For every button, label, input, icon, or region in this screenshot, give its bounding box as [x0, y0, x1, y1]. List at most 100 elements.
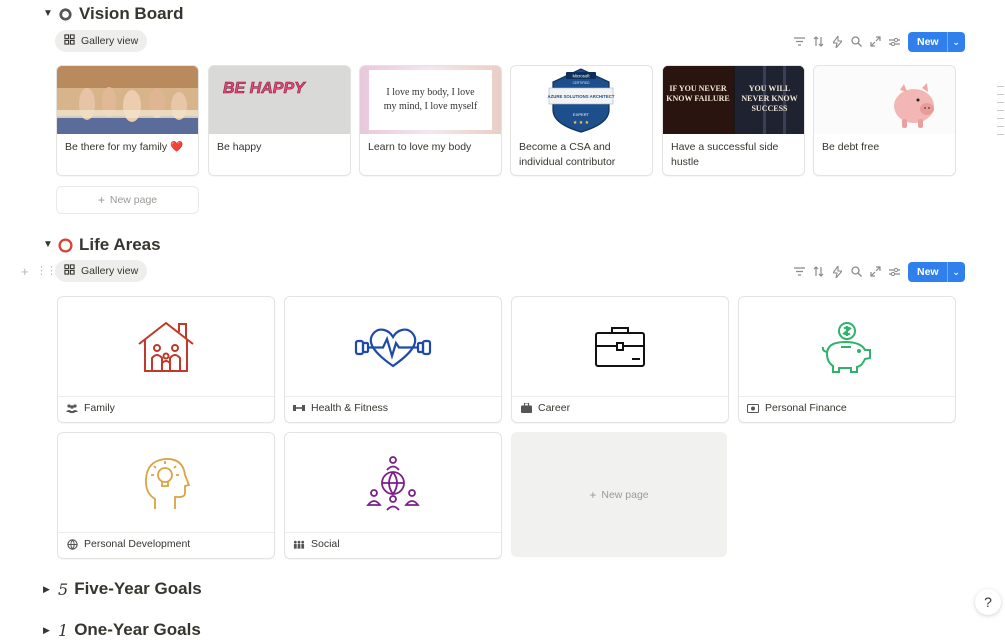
badge-level-text: EXPERT: [573, 112, 589, 117]
card-title: Become a CSA and individual contributor: [519, 141, 616, 168]
life-area-title: Career: [538, 402, 571, 414]
vision-board-gallery-view-tab[interactable]: Gallery view: [55, 30, 148, 52]
help-icon: ?: [984, 594, 992, 610]
gallery-view-label: Gallery view: [81, 265, 139, 277]
life-area-card-health-fitness[interactable]: Health & Fitness: [284, 296, 502, 423]
life-areas-title: Life Areas: [79, 235, 161, 254]
life-area-card-personal-finance[interactable]: Personal Finance: [738, 296, 956, 423]
filter-icon[interactable]: [793, 265, 806, 278]
search-icon[interactable]: [850, 35, 863, 48]
card-title: Be happy: [217, 141, 262, 153]
new-button-label: New: [917, 266, 939, 278]
five-year-goals-expand-toggle[interactable]: ▶: [43, 584, 50, 595]
add-block-plus-icon[interactable]: +: [21, 264, 29, 279]
life-area-title: Family: [84, 402, 115, 414]
piggy-bank-icon: [739, 297, 955, 396]
briefcase-art-icon: [512, 297, 728, 396]
vision-card-be-happy[interactable]: BE HAPPY Be happy: [208, 65, 351, 176]
plus-icon: +: [97, 193, 105, 207]
badge-title-text: AZURE SOLUTIONS ARCHITECT: [548, 94, 615, 99]
settings-sliders-icon[interactable]: [888, 265, 901, 278]
card-title: Be there for my family ❤️: [65, 141, 184, 153]
badge-brand-text: Microsoft: [573, 74, 591, 79]
vision-board-title: Vision Board: [79, 4, 184, 23]
vision-board-collapse-toggle[interactable]: ▼: [43, 8, 53, 19]
head-bulb-icon: [58, 433, 274, 532]
life-area-title: Health & Fitness: [311, 402, 389, 414]
gallery-icon: [64, 264, 75, 278]
life-areas-new-page-button[interactable]: + New page: [511, 432, 727, 557]
be-happy-image-text: BE HAPPY: [223, 80, 306, 97]
automation-lightning-icon[interactable]: [831, 35, 844, 48]
dumbbell-icon: [293, 403, 305, 414]
card-title: Be debt free: [822, 141, 880, 153]
life-area-label: Health & Fitness: [293, 402, 388, 414]
vision-board-toolbar: [793, 35, 901, 48]
expand-icon[interactable]: [869, 265, 882, 278]
gallery-view-label: Gallery view: [81, 35, 139, 47]
plus-icon: +: [589, 487, 597, 502]
five-year-goals-title: Five-Year Goals: [74, 579, 202, 598]
chevron-down-icon[interactable]: ⌄: [946, 262, 965, 282]
life-area-title: Social: [311, 538, 340, 550]
vision-card-love-body[interactable]: I love my body, I love my mind, I love m…: [359, 65, 502, 176]
sort-icon[interactable]: [812, 35, 825, 48]
be-happy-image: BE HAPPY: [209, 66, 350, 134]
life-areas-heading: Life Areas: [58, 235, 161, 255]
money-icon: [747, 403, 759, 414]
piggy-bank-photo: [814, 66, 955, 134]
five-year-goals-heading[interactable]: 5 Five-Year Goals: [58, 579, 202, 599]
vision-board-new-button[interactable]: New ⌄: [908, 32, 965, 52]
one-year-goals-title: One-Year Goals: [74, 620, 201, 639]
vision-card-family[interactable]: Be there for my family ❤️: [56, 65, 199, 176]
help-button[interactable]: ?: [975, 589, 1001, 615]
life-areas-new-button[interactable]: New ⌄: [908, 262, 965, 282]
life-area-card-career[interactable]: Career: [511, 296, 729, 423]
life-area-card-social[interactable]: Social: [284, 432, 502, 559]
page-outline-indicator[interactable]: [997, 86, 1005, 142]
card-title: Learn to love my body: [368, 141, 472, 153]
heart-dumbbell-icon: [285, 297, 501, 396]
life-areas-toolbar: [793, 265, 901, 278]
life-area-card-personal-development[interactable]: Personal Development: [57, 432, 275, 559]
family-feet-image: [57, 66, 198, 134]
life-areas-gallery-view-tab[interactable]: Gallery view: [55, 260, 148, 282]
life-area-title: Personal Development: [84, 538, 191, 550]
life-area-label: Social: [293, 538, 340, 550]
life-area-card-family[interactable]: Family: [57, 296, 275, 423]
chevron-down-icon[interactable]: ⌄: [946, 32, 965, 52]
vision-card-debt-free[interactable]: Be debt free: [813, 65, 956, 176]
search-icon[interactable]: [850, 265, 863, 278]
one-year-goals-expand-toggle[interactable]: ▶: [43, 625, 50, 636]
failure-success-image: IF YOU NEVER KNOW FAILURE YOU WILL NEVER…: [663, 66, 804, 134]
azure-badge-image: Microsoft CERTIFIED AZURE SOLUTIONS ARCH…: [511, 66, 652, 134]
people-icon: [66, 403, 78, 414]
house-family-icon: [58, 297, 274, 396]
vision-board-heading: Vision Board: [58, 4, 184, 24]
love-body-quote-image: I love my body, I love my mind, I love m…: [360, 66, 501, 134]
globe-icon: [66, 538, 78, 550]
drag-handle-icon[interactable]: ⋮⋮: [36, 264, 57, 277]
vision-card-side-hustle[interactable]: IF YOU NEVER KNOW FAILURE YOU WILL NEVER…: [662, 65, 805, 176]
life-area-label: Family: [66, 402, 115, 414]
five-icon: 5: [58, 579, 69, 599]
svg-text:★ ★ ★: ★ ★ ★: [573, 120, 590, 126]
automation-lightning-icon[interactable]: [831, 265, 844, 278]
life-areas-collapse-toggle[interactable]: ▼: [43, 239, 53, 250]
vision-board-new-page-button[interactable]: + New page: [56, 186, 199, 214]
success-text: YOU WILL NEVER KNOW SUCCESS: [741, 84, 798, 113]
vision-card-csa[interactable]: Microsoft CERTIFIED AZURE SOLUTIONS ARCH…: [510, 65, 653, 176]
life-area-label: Personal Finance: [747, 402, 847, 414]
expand-icon[interactable]: [869, 35, 882, 48]
sort-icon[interactable]: [812, 265, 825, 278]
failure-text: IF YOU NEVER KNOW FAILURE: [666, 84, 730, 103]
life-area-label: Personal Development: [66, 538, 190, 550]
one-year-goals-heading[interactable]: 1 One-Year Goals: [58, 620, 201, 640]
settings-sliders-icon[interactable]: [888, 35, 901, 48]
life-area-label: Career: [520, 402, 570, 414]
briefcase-icon: [520, 403, 532, 414]
badge-certified-text: CERTIFIED: [573, 81, 590, 85]
filter-icon[interactable]: [793, 35, 806, 48]
red-circle-icon: [58, 237, 73, 253]
globe-people-icon: [285, 433, 501, 532]
